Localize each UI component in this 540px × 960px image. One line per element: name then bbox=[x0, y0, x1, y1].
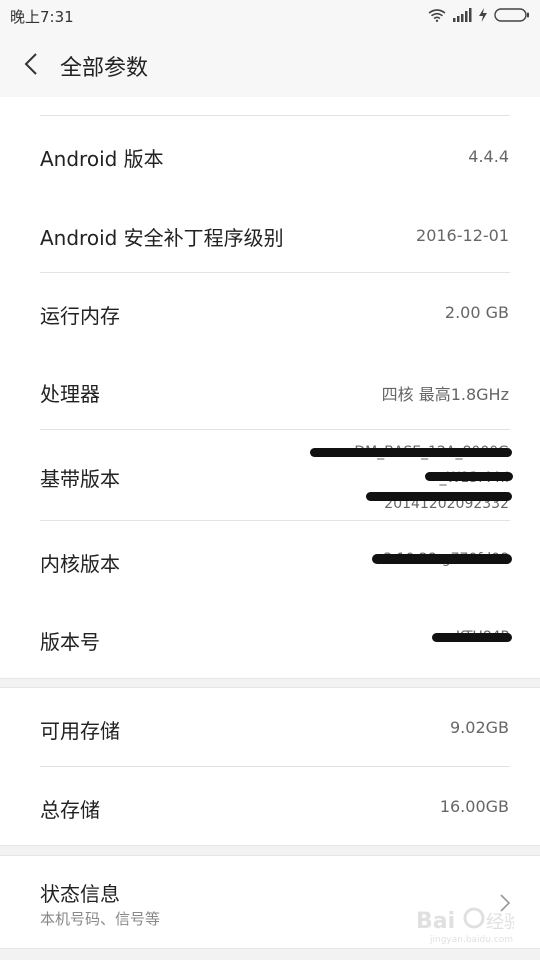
total-storage-value: 16.00GB bbox=[439, 797, 509, 816]
chevron-right-icon bbox=[500, 894, 510, 912]
processor-label: 处理器 bbox=[40, 382, 100, 406]
section-separator bbox=[0, 948, 540, 949]
status-info-sublabel: 本机号码、信号等 bbox=[40, 910, 161, 928]
android-version-label: Android 版本 bbox=[40, 147, 164, 171]
battery-icon bbox=[494, 8, 529, 22]
available-storage-label: 可用存储 bbox=[40, 719, 120, 743]
section-separator bbox=[0, 845, 540, 846]
android-version-value: 4.4.4 bbox=[468, 147, 509, 166]
security-patch-label: Android 安全补丁程序级别 bbox=[40, 226, 284, 250]
ram-label: 运行内存 bbox=[40, 304, 120, 328]
status-info-label: 状态信息 bbox=[40, 882, 120, 906]
charging-icon bbox=[479, 8, 487, 22]
row-total-storage: 总存储 16.00GB bbox=[0, 767, 540, 845]
title-bar: 全部参数 bbox=[0, 30, 540, 97]
row-android-version: Android 版本 4.4.4 bbox=[0, 115, 540, 195]
row-security-patch: Android 安全补丁程序级别 2016-12-01 bbox=[0, 195, 540, 273]
processor-value: 四核 最高1.8GHz bbox=[381, 385, 509, 404]
row-available-storage: 可用存储 9.02GB bbox=[0, 688, 540, 766]
section-separator bbox=[0, 678, 540, 679]
row-ram: 运行内存 2.00 GB bbox=[0, 273, 540, 351]
signal-icon bbox=[453, 8, 472, 22]
row-processor: 处理器 四核 最高1.8GHz bbox=[0, 351, 540, 429]
svg-text:Bai: Bai bbox=[416, 909, 455, 934]
kernel-label: 内核版本 bbox=[40, 552, 120, 576]
wifi-icon bbox=[428, 8, 446, 22]
redaction-mark bbox=[310, 448, 512, 457]
ram-value: 2.00 GB bbox=[444, 303, 509, 322]
total-storage-label: 总存储 bbox=[40, 798, 100, 822]
available-storage-value: 9.02GB bbox=[450, 718, 509, 737]
watermark-logo: Bai 经验 jingyan.baidu.com bbox=[416, 907, 514, 944]
redaction-mark bbox=[425, 472, 513, 481]
status-bar: 晚上7:31 bbox=[0, 0, 540, 30]
status-icons bbox=[428, 7, 530, 23]
status-time: 晚上7:31 bbox=[10, 8, 74, 26]
back-button[interactable] bbox=[14, 48, 48, 80]
svg-text:jingyan.baidu.com: jingyan.baidu.com bbox=[429, 935, 513, 944]
redaction-mark bbox=[366, 492, 512, 501]
redaction-mark bbox=[432, 633, 512, 642]
chevron-left-icon bbox=[24, 53, 37, 75]
page-title: 全部参数 bbox=[60, 56, 149, 81]
svg-text:经验: 经验 bbox=[486, 912, 514, 933]
security-patch-value: 2016-12-01 bbox=[416, 226, 509, 245]
build-number-label: 版本号 bbox=[40, 630, 100, 654]
redaction-mark bbox=[372, 554, 512, 564]
baseband-label: 基带版本 bbox=[40, 467, 120, 491]
